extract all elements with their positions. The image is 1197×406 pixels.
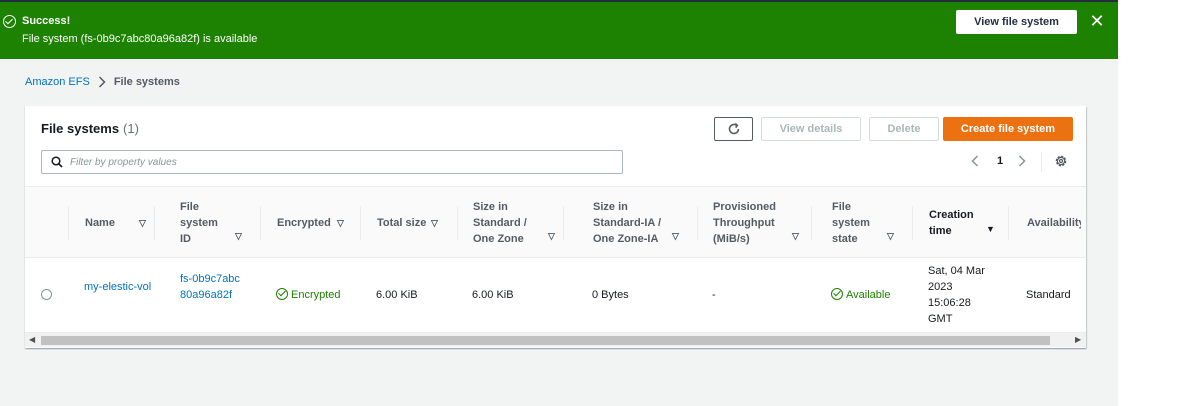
- column-divider: [811, 206, 812, 240]
- encrypted-status: Encrypted: [276, 288, 341, 301]
- sort-icon: ▽: [139, 217, 146, 228]
- column-label: Creation time: [929, 209, 974, 237]
- chevron-right-icon: [1018, 155, 1026, 167]
- page-side-area: [1130, 0, 1197, 406]
- sort-icon: ▽: [431, 217, 438, 228]
- column-divider: [563, 206, 564, 240]
- horizontal-scrollbar[interactable]: ◀ ▶: [25, 332, 1086, 347]
- column-header-state[interactable]: File system state ▽: [816, 187, 912, 259]
- column-divider: [154, 206, 155, 240]
- previous-page-button[interactable]: [971, 151, 983, 171]
- column-header-size-standard[interactable]: Size in Standard / One Zone ▽: [457, 187, 563, 259]
- refresh-icon: [728, 122, 739, 135]
- column-label: Encrypted: [277, 217, 331, 229]
- filter-input[interactable]: [70, 156, 590, 168]
- breadcrumb-link-amazon-efs[interactable]: Amazon EFS: [25, 76, 90, 88]
- search-icon: [51, 156, 63, 168]
- sort-icon: ▽: [235, 231, 242, 241]
- column-label: Provisioned Throughput (MiB/s): [713, 201, 776, 245]
- row-select-radio[interactable]: [41, 289, 52, 300]
- column-label: File system ID: [180, 201, 218, 245]
- file-systems-panel: File systems (1) View details Delete Crea…: [25, 106, 1086, 348]
- column-label: Size in Standard-IA / One Zone-IA: [593, 201, 662, 245]
- page-number[interactable]: 1: [997, 151, 1003, 171]
- encrypted-text: Encrypted: [291, 289, 341, 301]
- success-flashbar: Success! File system (fs-0b9c7abc80a96a8…: [0, 2, 1118, 59]
- filter-box[interactable]: [41, 150, 623, 174]
- column-header-encrypted[interactable]: Encrypted ▽: [261, 187, 360, 259]
- view-details-button[interactable]: View details: [761, 117, 861, 141]
- next-page-button[interactable]: [1018, 151, 1030, 171]
- sort-icon: ▽: [337, 217, 344, 228]
- gear-icon: [1055, 155, 1067, 167]
- panel-count: (1): [123, 121, 139, 136]
- chevron-right-icon: [98, 76, 106, 88]
- create-file-system-button[interactable]: Create file system: [943, 117, 1073, 141]
- column-label: Size in Standard / One Zone: [473, 201, 527, 245]
- success-check-icon: [3, 15, 16, 28]
- panel-title-text: File systems: [41, 121, 120, 136]
- file-system-id-link[interactable]: fs-0b9c7abc80a96a82f: [180, 271, 246, 303]
- sort-icon: ▽: [548, 231, 555, 241]
- delete-button[interactable]: Delete: [869, 117, 939, 141]
- column-header-availability-zone[interactable]: Availability Zone: [1011, 187, 1086, 259]
- scroll-left-arrow-icon[interactable]: ◀: [29, 335, 35, 344]
- creation-time: Sat, 04 Mar 2023 15:06:28 GMT: [928, 265, 985, 325]
- pagination-divider: [1041, 152, 1042, 172]
- column-header-total-size[interactable]: Total size ▽: [361, 187, 457, 259]
- column-label: File system state: [832, 201, 870, 245]
- breadcrumb: Amazon EFS File systems: [25, 76, 180, 88]
- column-header-size-ia[interactable]: Size in Standard-IA / One Zone-IA ▽: [577, 187, 697, 259]
- scroll-right-arrow-icon[interactable]: ▶: [1075, 335, 1081, 344]
- check-circle-icon: [831, 288, 843, 300]
- state-text: Available: [846, 289, 891, 301]
- provisioned-throughput: -: [712, 289, 716, 301]
- sort-icon: ▽: [887, 231, 894, 241]
- table-header: Name ▽ File system ID ▽ Encrypted ▽ Tota…: [25, 186, 1086, 258]
- file-system-name-link[interactable]: my-elestic-vol: [84, 279, 154, 295]
- sort-icon: ▽: [792, 231, 799, 241]
- column-header-creation-time[interactable]: Creation time ▼: [913, 187, 1008, 259]
- sort-descending-icon: ▼: [986, 224, 995, 234]
- table-settings-button[interactable]: [1054, 151, 1068, 171]
- file-system-state: Available: [831, 288, 890, 301]
- view-file-system-button[interactable]: View file system: [956, 10, 1077, 34]
- flash-message: File system (fs-0b9c7abc80a96a82f) is av…: [22, 33, 258, 45]
- sort-icon: ▽: [672, 231, 679, 241]
- column-label: Total size: [377, 217, 427, 229]
- scrollbar-thumb[interactable]: [41, 336, 1050, 345]
- size-standard: 6.00 KiB: [472, 289, 514, 301]
- close-icon[interactable]: ✕: [1088, 12, 1106, 30]
- column-header-throughput[interactable]: Provisioned Throughput (MiB/s) ▽: [697, 187, 811, 259]
- size-ia: 0 Bytes: [592, 289, 629, 301]
- page-right-gutter: [1118, 0, 1130, 406]
- refresh-button[interactable]: [714, 117, 753, 141]
- column-divider: [1008, 206, 1009, 240]
- column-label: Name: [85, 217, 115, 229]
- availability-zone: Standard: [1026, 289, 1071, 301]
- column-header-file-system-id[interactable]: File system ID ▽: [164, 187, 260, 259]
- breadcrumb-current: File systems: [113, 76, 180, 88]
- column-header-name[interactable]: Name ▽: [69, 187, 154, 259]
- chevron-left-icon: [971, 155, 979, 167]
- panel-title: File systems (1): [41, 121, 139, 136]
- total-size: 6.00 KiB: [376, 289, 418, 301]
- flash-title: Success!: [22, 15, 71, 27]
- check-circle-icon: [276, 288, 288, 300]
- column-label: Availability Zone: [1027, 217, 1081, 229]
